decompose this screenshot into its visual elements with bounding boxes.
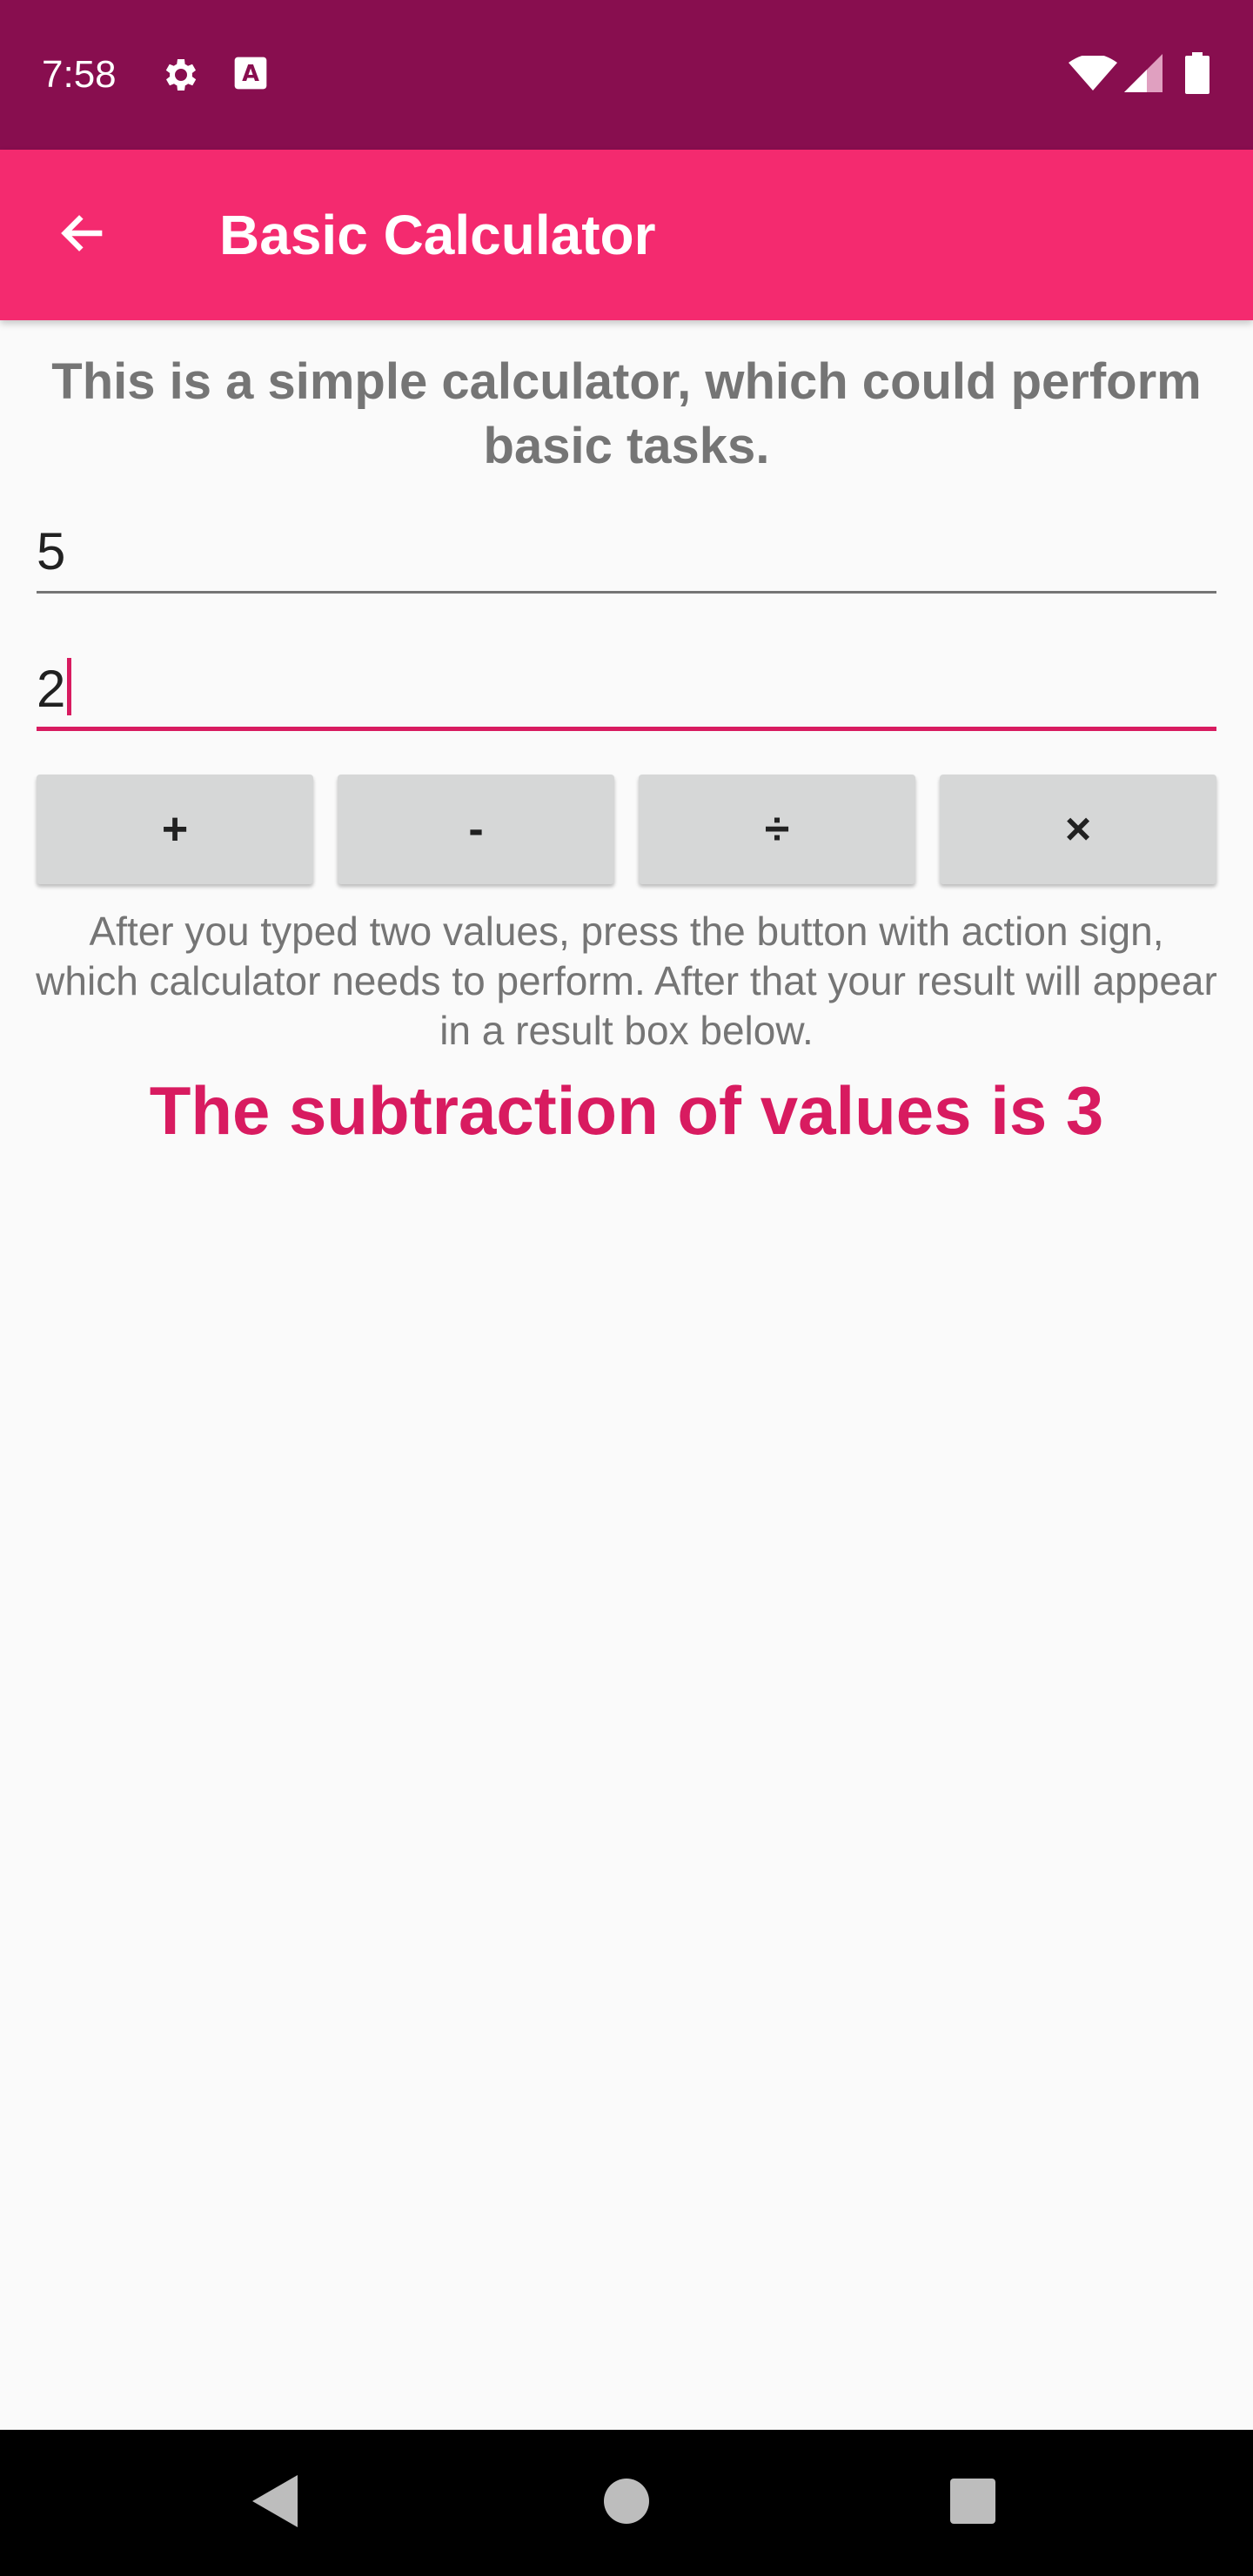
divide-button[interactable]: ÷ [639,775,915,884]
wifi-icon [1069,54,1117,95]
second-value-field[interactable]: 2 [37,653,1216,731]
first-value-text: 5 [37,522,66,580]
result-text: The subtraction of values is 3 [149,1072,1104,1149]
help-text: After you typed two values, press the bu… [36,909,1217,1053]
status-time: 7:58 [42,53,117,96]
second-value-wrap: 2 [37,656,72,722]
second-field-underline [37,727,1216,731]
text-cursor [67,658,72,715]
home-circle-icon [604,2478,649,2528]
recents-square-icon [950,2478,995,2528]
nav-back-button[interactable] [242,2468,312,2538]
app-title: Basic Calculator [219,204,656,266]
add-button[interactable]: + [37,775,313,884]
gear-icon [160,54,202,100]
system-nav-bar [0,2430,1253,2576]
arrow-back-icon [56,205,111,265]
keyboard-a-icon: A [231,54,270,97]
back-triangle-icon [252,2474,301,2532]
battery-icon [1185,52,1209,98]
operation-buttons: + - ÷ × [37,775,1216,886]
app-bar: Basic Calculator [0,150,1253,320]
status-bar: 7:58 A [0,0,1253,150]
nav-recents-button[interactable] [938,2468,1008,2538]
subtract-button[interactable]: - [338,775,614,884]
second-value-text: 2 [37,660,66,718]
multiply-button[interactable]: × [940,775,1216,884]
back-button[interactable] [50,202,117,268]
intro-text: This is a simple calculator, which could… [51,353,1202,474]
nav-home-button[interactable] [592,2468,661,2538]
svg-text:A: A [242,61,259,87]
first-field-underline [37,591,1216,594]
first-value-field[interactable]: 5 [37,515,1216,594]
signal-icon [1124,54,1163,97]
